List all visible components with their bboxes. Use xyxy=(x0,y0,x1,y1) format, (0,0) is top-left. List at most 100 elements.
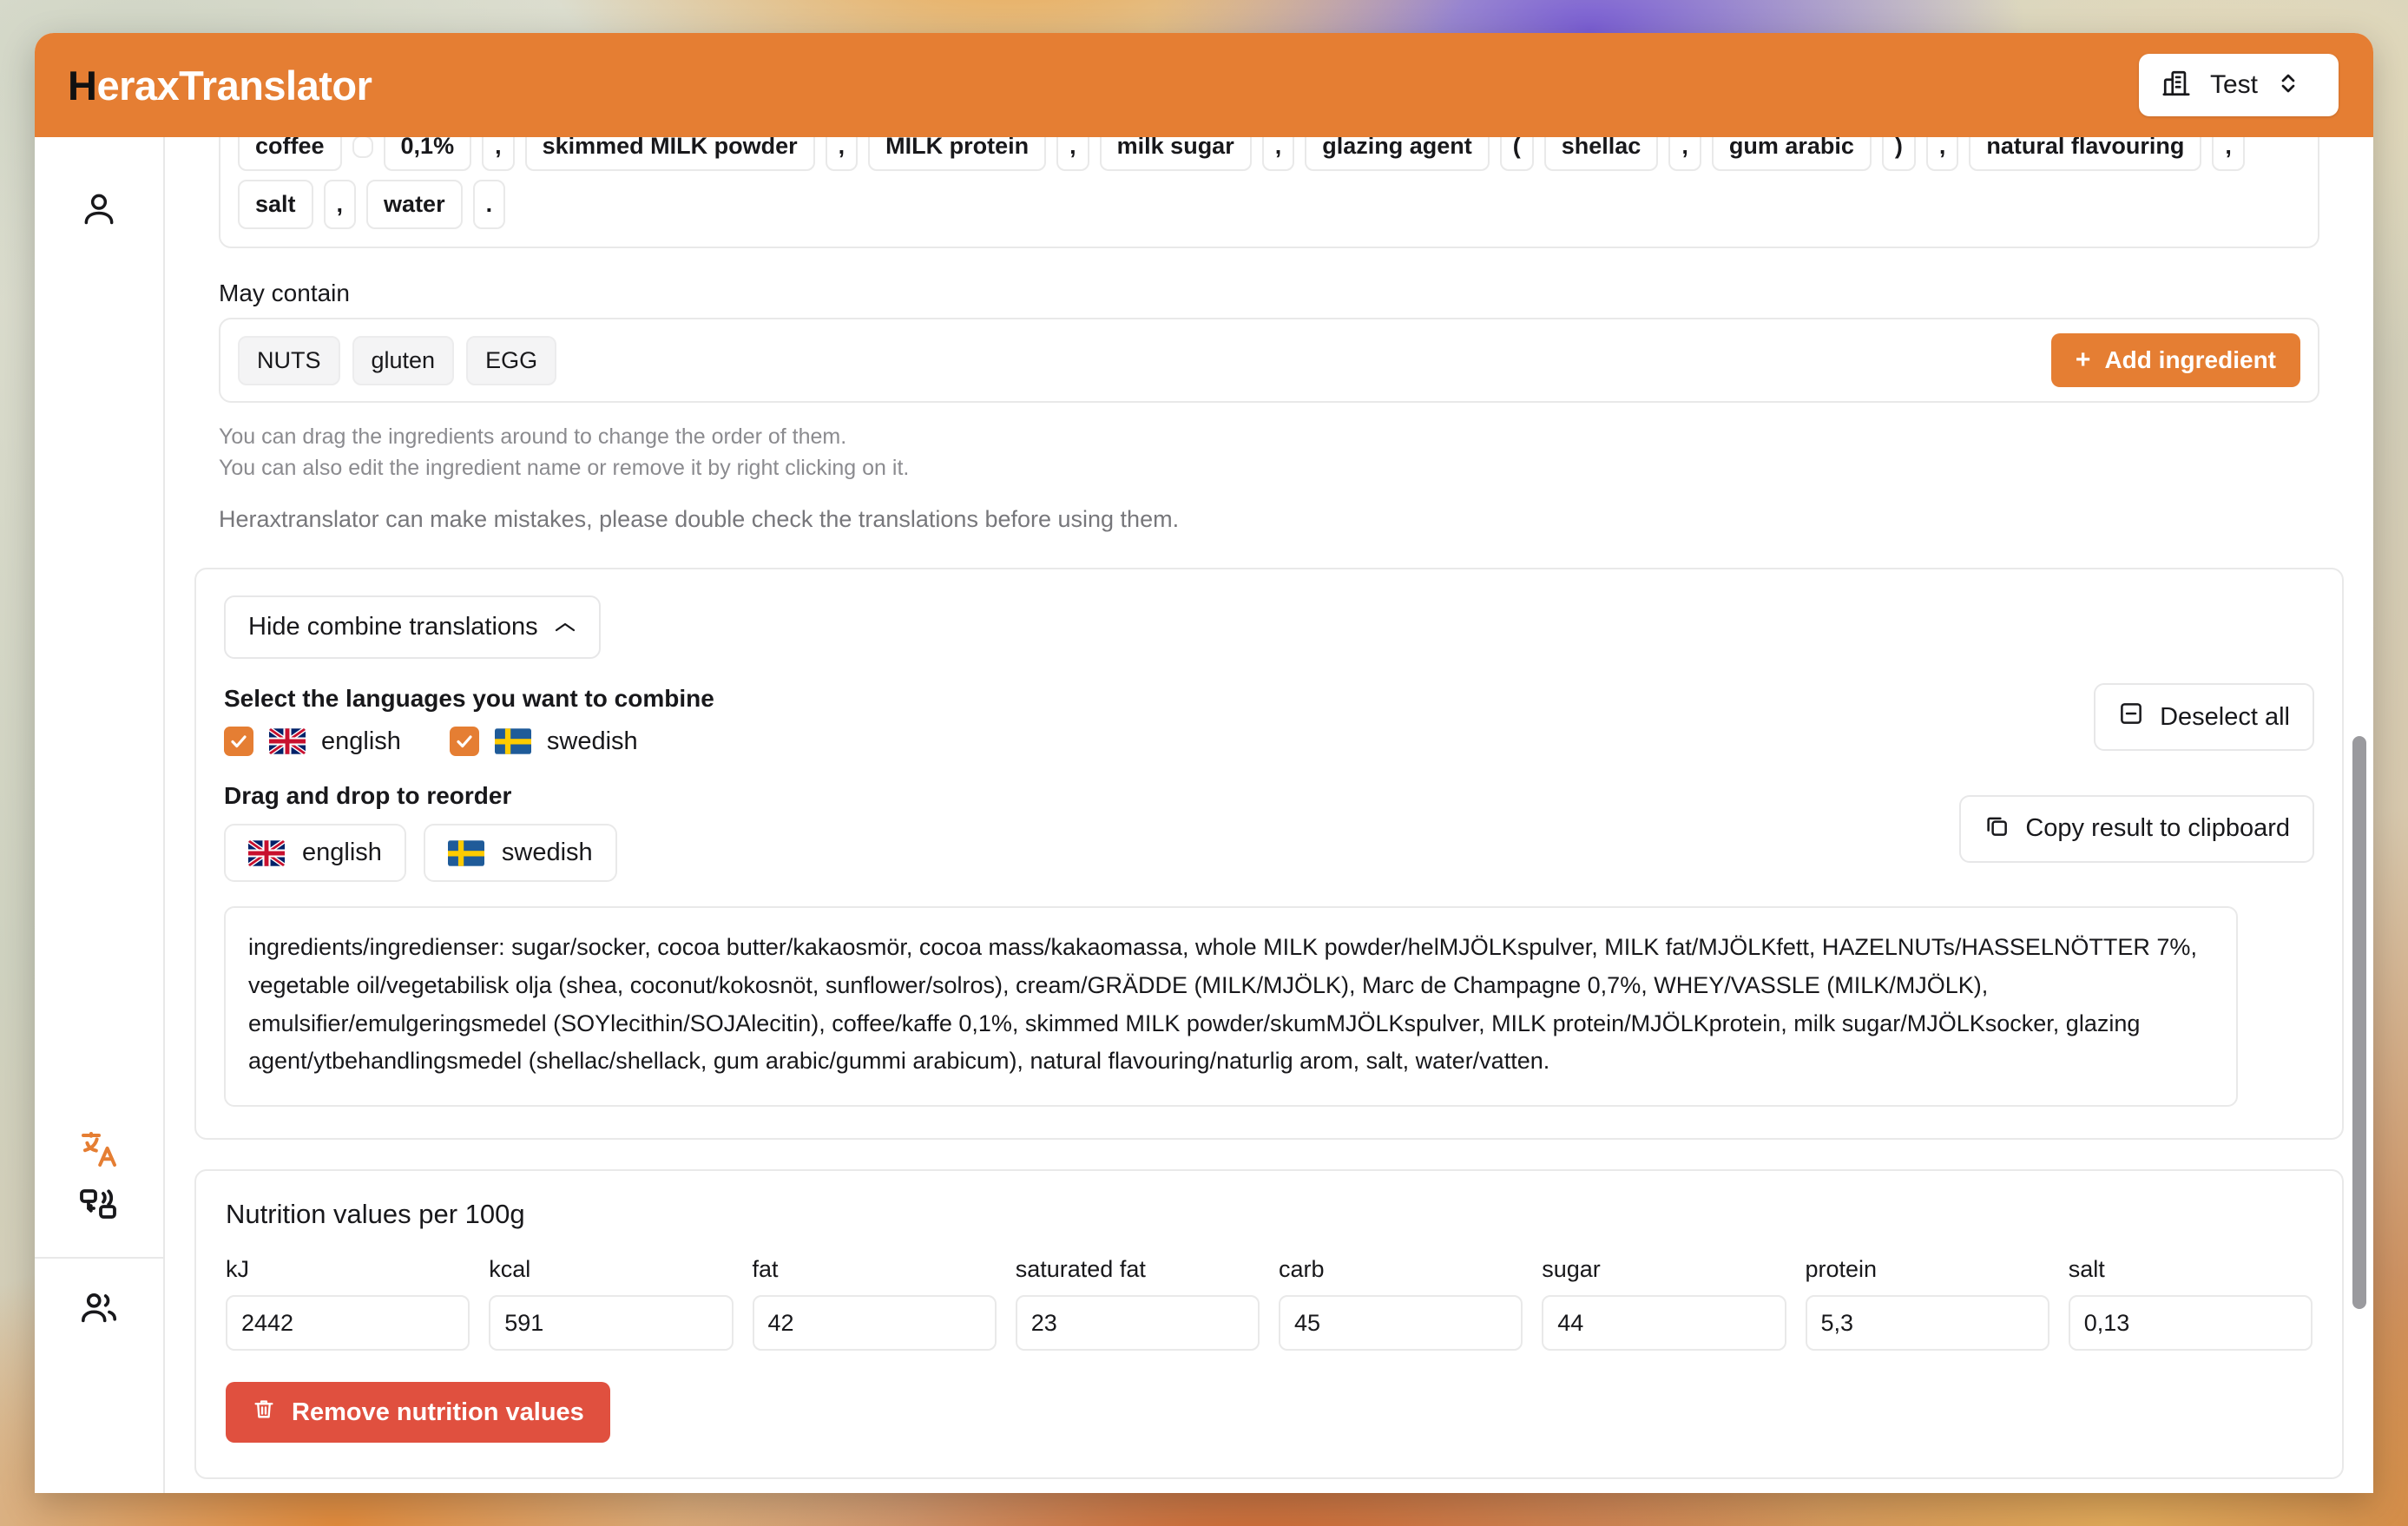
sweden-flag-icon xyxy=(494,728,531,754)
ingredient-tag[interactable]: , xyxy=(1261,137,1295,172)
building-icon xyxy=(2161,69,2191,102)
trash-icon xyxy=(252,1397,276,1428)
ingredient-tag[interactable]: coffee xyxy=(238,137,342,172)
language-order-chip-sv[interactable]: swedish xyxy=(423,824,617,883)
ingredient-tag[interactable]: water xyxy=(366,180,463,230)
language-chip-label: swedish xyxy=(501,839,593,867)
hide-combine-label: Hide combine translations xyxy=(248,613,538,641)
nutrition-input-saturated-fat[interactable] xyxy=(1015,1295,1260,1352)
nutrition-fields: kJ kcal fat saturated fat carb sugar protein sa… xyxy=(226,1256,2313,1352)
nutrition-field-label: sugar xyxy=(1542,1256,1601,1283)
may-contain-label: May contain xyxy=(219,280,350,307)
uk-flag-icon xyxy=(248,839,285,866)
ingredient-tag[interactable]: 0,1% xyxy=(383,137,472,172)
combined-result-text[interactable]: ingredients/ingredienser: sugar/socker, … xyxy=(224,906,2238,1108)
users-icon xyxy=(79,1287,119,1332)
remove-nutrition-values-button[interactable]: Remove nutrition values xyxy=(226,1382,610,1444)
language-checkbox-sv[interactable]: swedish xyxy=(449,727,638,757)
company-selector[interactable]: Test xyxy=(2139,54,2339,116)
logo-h-glyph: H xyxy=(68,62,97,109)
ingredient-tag[interactable]: shellac xyxy=(1543,137,1659,172)
nutrition-field-label: fat xyxy=(752,1256,779,1283)
app-window: HeraxTranslator Test coffee 0,1% , skimm… xyxy=(35,33,2373,1493)
may-contain-tag[interactable]: EGG xyxy=(466,335,557,385)
ingredient-tag[interactable]: salt xyxy=(238,180,313,230)
language-checkbox-en[interactable]: english xyxy=(224,727,401,757)
hint-edit: You can also edit the ingredient name or… xyxy=(219,455,910,480)
ingredient-tag[interactable]: MILK protein xyxy=(868,137,1047,172)
deselect-all-button[interactable]: Deselect all xyxy=(2094,683,2314,752)
minus-square-icon xyxy=(2118,701,2144,733)
language-label: swedish xyxy=(546,727,638,755)
hide-combine-translations-button[interactable]: Hide combine translations xyxy=(224,595,601,660)
nutrition-field-label: carb xyxy=(1279,1256,1325,1283)
nutrition-input-kcal[interactable] xyxy=(489,1295,734,1352)
ingredient-tag[interactable]: ) xyxy=(1881,137,1916,172)
app-header: HeraxTranslator Test xyxy=(35,33,2373,137)
nutrition-input-carb[interactable] xyxy=(1279,1295,1523,1352)
may-contain-tag[interactable]: NUTS xyxy=(238,335,340,385)
nutrition-field: carb xyxy=(1279,1256,1523,1352)
nutrition-card: Nutrition values per 100g kJ kcal fat satur… xyxy=(194,1169,2344,1480)
ingredient-tag[interactable]: . xyxy=(472,180,506,230)
sidebar-item-translate[interactable] xyxy=(71,1123,127,1179)
nutrition-field-label: kJ xyxy=(226,1256,249,1283)
nutrition-field: protein xyxy=(1805,1256,2049,1352)
ingredient-tag[interactable]: skimmed MILK powder xyxy=(524,137,815,172)
sidebar-item-team[interactable] xyxy=(71,1281,127,1337)
nutrition-input-fat[interactable] xyxy=(752,1295,997,1352)
remove-nutrition-label: Remove nutrition values xyxy=(292,1398,584,1426)
ingredient-tag[interactable]: milk sugar xyxy=(1099,137,1252,172)
nutrition-field-label: protein xyxy=(1805,1256,1878,1283)
user-icon xyxy=(80,189,118,232)
mistakes-disclaimer: Heraxtranslator can make mistakes, pleas… xyxy=(219,506,1180,533)
nutrition-field: kJ xyxy=(226,1256,470,1352)
nutrition-input-sugar[interactable] xyxy=(1542,1295,1786,1352)
language-order-chip-en[interactable]: english xyxy=(224,824,406,883)
translate-icon xyxy=(78,1128,120,1174)
check-icon xyxy=(231,735,247,748)
chevron-up-icon xyxy=(554,613,576,641)
hint-drag: You can drag the ingredients around to c… xyxy=(219,424,847,450)
ingredient-tag[interactable]: , xyxy=(482,137,515,172)
sidebar-rail xyxy=(35,137,165,1493)
ingredient-tag[interactable]: gum arabic xyxy=(1711,137,1872,172)
sidebar-divider xyxy=(35,1257,164,1259)
nutrition-field: fat xyxy=(752,1256,997,1352)
ingredient-tag[interactable]: , xyxy=(1925,137,1959,172)
nutrition-input-salt[interactable] xyxy=(2068,1295,2313,1352)
app-logo[interactable]: HeraxTranslator xyxy=(68,62,372,109)
ingredient-tag[interactable]: , xyxy=(323,180,357,230)
uk-flag-icon xyxy=(269,728,306,755)
sidebar-item-profile[interactable] xyxy=(71,182,127,238)
nutrition-input-kJ[interactable] xyxy=(226,1295,470,1352)
ingredient-tag[interactable]: , xyxy=(825,137,859,172)
nutrition-field: saturated fat xyxy=(1015,1256,1260,1352)
ingredient-tag[interactable]: , xyxy=(1668,137,1701,172)
checkbox-box[interactable] xyxy=(449,727,479,757)
checkbox-box[interactable] xyxy=(224,727,253,757)
copy-result-button[interactable]: Copy result to clipboard xyxy=(1959,794,2314,863)
company-name: Test xyxy=(2210,70,2259,99)
may-contain-box[interactable]: NUTS gluten EGG + Add ingredient xyxy=(219,318,2319,404)
add-ingredient-button[interactable]: + Add ingredient xyxy=(2050,333,2300,388)
ingredient-tag[interactable]: , xyxy=(2212,137,2245,172)
app-body: coffee 0,1%, skimmed MILK powder, MILK prot… xyxy=(35,137,2373,1493)
copy-result-label: Copy result to clipboard xyxy=(2025,814,2290,843)
ingredient-tag[interactable]: glazing agent xyxy=(1305,137,1490,172)
nutrition-field: kcal xyxy=(489,1256,734,1352)
ingredient-tag[interactable]: ( xyxy=(1499,137,1534,172)
add-ingredient-label: Add ingredient xyxy=(2104,346,2276,374)
may-contain-tag[interactable]: gluten xyxy=(352,335,455,385)
vertical-scrollbar[interactable] xyxy=(2352,736,2366,1309)
nutrition-field-label: saturated fat xyxy=(1015,1256,1146,1283)
nutrition-field-label: salt xyxy=(2068,1256,2105,1283)
nutrition-input-protein[interactable] xyxy=(1805,1295,2049,1352)
ingredient-tag[interactable]: natural flavouring xyxy=(1969,137,2202,172)
sidebar-item-languages[interactable] xyxy=(71,1179,127,1234)
chevron-up-down-icon xyxy=(2277,70,2299,101)
language-exchange-icon xyxy=(78,1184,120,1230)
ingredient-tag-space[interactable] xyxy=(352,137,373,158)
ingredients-tag-box[interactable]: coffee 0,1%, skimmed MILK powder, MILK prot… xyxy=(219,137,2319,249)
ingredient-tag[interactable]: , xyxy=(1056,137,1089,172)
